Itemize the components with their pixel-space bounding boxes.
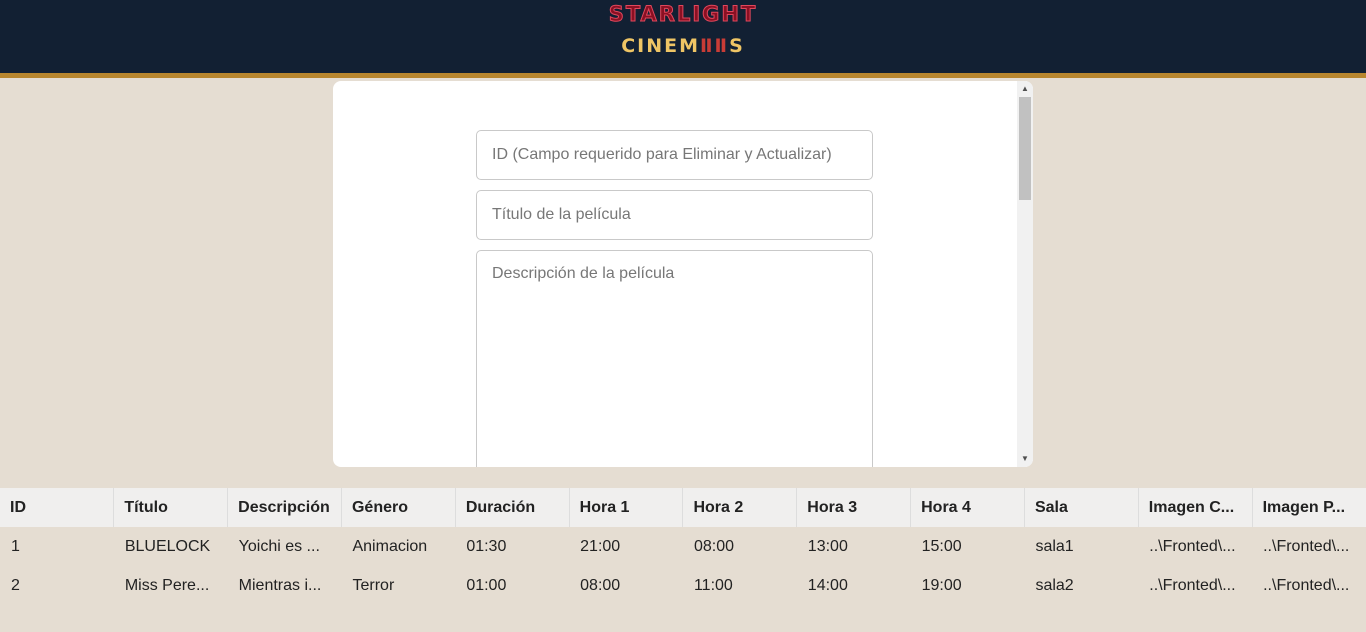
logo-title: STARLIGHT — [608, 2, 758, 27]
column-header-image-p: Imagen P... — [1252, 488, 1366, 527]
column-header-duration: Duración — [455, 488, 570, 527]
column-header-hour-4: Hora 4 — [910, 488, 1025, 527]
cell-image-p: ..\Fronted\... — [1263, 576, 1350, 594]
table-header-row: ID Título Descripción Género Duración Ho… — [0, 488, 1366, 527]
cell-room: sala2 — [1035, 576, 1074, 594]
scroll-thumb[interactable] — [1019, 97, 1031, 200]
movies-table-container: ID Título Descripción Género Duración Ho… — [0, 488, 1366, 605]
cell-id: 1 — [11, 537, 20, 555]
column-header-hour-3: Hora 3 — [796, 488, 912, 527]
cell-hour-2: 08:00 — [693, 537, 735, 555]
cell-hour-1: 21:00 — [580, 537, 621, 555]
table-row[interactable]: 2 Miss Pere... Mientras i... Terror 01:0… — [0, 566, 1366, 605]
column-header-description: Descripción — [227, 488, 342, 527]
logo-subtitle-left: CINEM — [621, 35, 701, 57]
form-scrollbar[interactable]: ▲ ▼ — [1017, 81, 1033, 467]
film-reel-icon: ⅡⅡ — [700, 35, 730, 57]
site-header: STARLIGHT CINEMⅡⅡS — [0, 0, 1366, 78]
column-header-image-c: Imagen C... — [1138, 488, 1253, 527]
cell-hour-4: 19:00 — [921, 576, 962, 594]
column-header-genre: Género — [341, 488, 456, 527]
cell-duration: 01:00 — [466, 576, 507, 594]
column-header-room: Sala — [1024, 488, 1139, 527]
cell-image-c: ..\Fronted\... — [1149, 576, 1236, 594]
table-row[interactable]: 1 BLUELOCK Yoichi es ... Animacion 01:30… — [0, 527, 1366, 566]
cell-description: Yoichi es ... — [238, 537, 320, 555]
scroll-down-arrow-icon[interactable]: ▼ — [1017, 451, 1033, 467]
id-input[interactable] — [476, 130, 873, 180]
scroll-up-arrow-icon[interactable]: ▲ — [1017, 81, 1033, 97]
cell-hour-1: 08:00 — [580, 576, 621, 594]
cell-hour-2: 11:00 — [693, 576, 733, 594]
movie-form-panel: ▲ ▼ — [333, 81, 1033, 467]
cell-image-p: ..\Fronted\... — [1263, 537, 1350, 555]
cell-duration: 01:30 — [466, 537, 507, 555]
logo-subtitle-right: S — [729, 35, 745, 57]
cell-hour-4: 15:00 — [921, 537, 962, 555]
description-textarea[interactable] — [476, 250, 873, 467]
cell-title: Miss Pere... — [124, 576, 210, 594]
starlight-cinemas-logo[interactable]: STARLIGHT CINEMⅡⅡS — [600, 2, 766, 62]
cell-hour-3: 14:00 — [807, 576, 848, 594]
cell-id: 2 — [11, 576, 20, 594]
cell-genre: Terror — [352, 576, 395, 594]
cell-hour-3: 13:00 — [807, 537, 848, 555]
title-input[interactable] — [476, 190, 873, 240]
column-header-hour-1: Hora 1 — [569, 488, 684, 527]
cell-genre: Animacion — [352, 537, 428, 555]
movies-table: ID Título Descripción Género Duración Ho… — [0, 488, 1366, 605]
column-header-title: Título — [113, 488, 229, 527]
column-header-id: ID — [0, 488, 115, 527]
cell-room: sala1 — [1035, 537, 1074, 555]
cell-title: BLUELOCK — [124, 537, 211, 555]
column-header-hour-2: Hora 2 — [682, 488, 798, 527]
cell-image-c: ..\Fronted\... — [1149, 537, 1236, 555]
logo-subtitle: CINEMⅡⅡS — [600, 34, 766, 58]
cell-description: Mientras i... — [238, 576, 322, 594]
